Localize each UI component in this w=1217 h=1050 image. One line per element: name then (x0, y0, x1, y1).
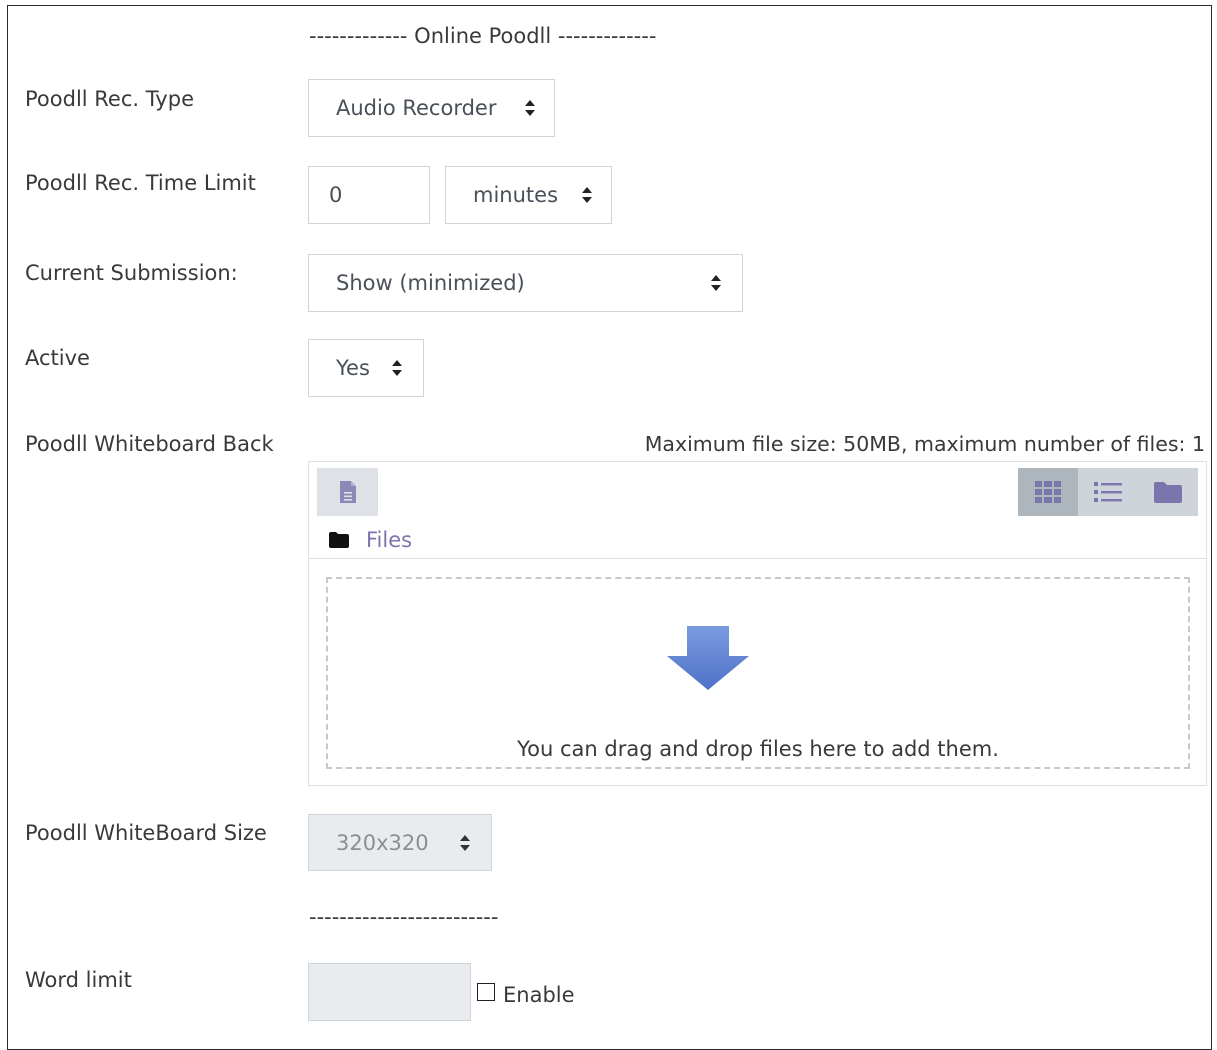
time-limit-input[interactable] (308, 166, 430, 224)
word-limit-input[interactable] (308, 963, 471, 1021)
folder-icon (329, 532, 349, 548)
arrow-down-icon (667, 626, 749, 690)
current-submission-value: Show (minimized) (336, 271, 525, 295)
list-icon (1094, 482, 1122, 502)
whiteboard-size-label: Poodll WhiteBoard Size (25, 821, 267, 845)
current-submission-select[interactable]: Show (minimized) (308, 254, 743, 312)
whiteboard-size-value: 320x320 (336, 830, 429, 855)
view-details-button[interactable] (1078, 468, 1138, 516)
select-caret-icon (459, 834, 471, 851)
file-picker: Files You can drag and drop files here t… (308, 461, 1207, 786)
folder-icon (1154, 482, 1182, 503)
drop-zone-text: You can drag and drop files here to add … (517, 737, 999, 761)
rec-type-select[interactable]: Audio Recorder (308, 79, 555, 137)
view-icons-button[interactable] (1018, 468, 1078, 516)
word-limit-enable-checkbox[interactable] (477, 983, 495, 1001)
view-switcher (1018, 468, 1198, 516)
time-unit-select[interactable]: minutes (445, 166, 612, 224)
file-picker-toolbar: Files (309, 462, 1206, 559)
time-limit-label: Poodll Rec. Time Limit (25, 171, 256, 195)
select-caret-icon (391, 360, 403, 376)
file-drop-zone[interactable]: You can drag and drop files here to add … (326, 577, 1190, 769)
current-submission-label: Current Submission: (25, 261, 238, 285)
rec-type-value: Audio Recorder (336, 96, 497, 120)
word-limit-enable-label: Enable (503, 983, 575, 1007)
file-path-breadcrumb: Files (329, 528, 412, 552)
word-limit-label: Word limit (25, 968, 132, 992)
file-limits-text: Maximum file size: 50MB, maximum number … (644, 432, 1205, 456)
section-header: ------------- Online Poodll ------------… (309, 24, 657, 48)
select-caret-icon (710, 275, 722, 291)
add-file-button[interactable] (317, 468, 378, 516)
rec-type-label: Poodll Rec. Type (25, 87, 194, 111)
select-caret-icon (524, 100, 536, 116)
grid-icon (1035, 481, 1061, 503)
active-select[interactable]: Yes (308, 339, 424, 397)
whiteboard-back-label: Poodll Whiteboard Back (25, 432, 274, 456)
active-label: Active (25, 346, 90, 370)
file-icon (339, 481, 356, 503)
whiteboard-size-select[interactable]: 320x320 (308, 814, 492, 871)
select-caret-icon (581, 187, 593, 203)
view-tree-button[interactable] (1138, 468, 1198, 516)
section-footer: ------------------------- (309, 905, 499, 929)
time-unit-value: minutes (473, 183, 559, 207)
files-link[interactable]: Files (366, 528, 412, 552)
active-value: Yes (336, 356, 370, 380)
